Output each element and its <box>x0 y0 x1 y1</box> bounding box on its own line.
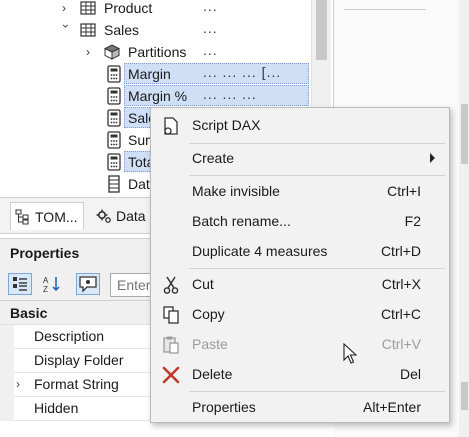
script-icon <box>164 117 178 135</box>
tree-item-label: Margin <box>128 66 171 82</box>
chevron-right-icon[interactable]: › <box>16 373 20 396</box>
property-name: Hidden <box>34 400 79 416</box>
sort-az-icon: A Z <box>43 276 60 294</box>
menu-item-make-invisible[interactable]: Make invisible Ctrl+I <box>153 177 447 205</box>
menu-item-duplicate[interactable]: Duplicate 4 measures Ctrl+D <box>153 237 447 265</box>
menu-separator <box>189 268 445 269</box>
tree-item-label: Partitions <box>128 44 187 60</box>
menu-label: Batch rename... <box>192 213 291 229</box>
menu-label: Copy <box>192 306 225 322</box>
calculator-icon <box>107 65 121 83</box>
categorized-icon <box>13 277 27 291</box>
menu-shortcut: Ctrl+X <box>381 276 421 292</box>
menu-label: Script DAX <box>192 117 261 133</box>
menu-shortcut: Ctrl+I <box>387 183 421 199</box>
menu-item-script-dax[interactable]: Script DAX <box>153 111 447 139</box>
tree-item-value: ... <box>203 42 218 58</box>
tree-item-value: ... ... ... [... <box>203 64 282 80</box>
speech-bubble-icon <box>79 276 97 293</box>
menu-label: Delete <box>192 366 233 382</box>
menu-shortcut: Ctrl+V <box>381 336 421 352</box>
scrollbar-thumb[interactable] <box>461 104 468 164</box>
property-name: Format String <box>34 376 119 392</box>
description-toggle-button[interactable] <box>76 273 100 295</box>
row-gutter <box>0 325 14 349</box>
menu-label: Duplicate 4 measures <box>192 243 328 259</box>
right-scrollbar[interactable] <box>459 0 469 437</box>
row-gutter <box>0 373 14 397</box>
svg-text:Z: Z <box>43 285 48 294</box>
chevron-down-icon[interactable]: › <box>58 24 74 36</box>
calculator-icon <box>107 153 121 171</box>
table-icon <box>80 1 96 15</box>
chevron-right-icon[interactable]: › <box>86 44 98 60</box>
categorized-button[interactable] <box>8 273 32 295</box>
divider <box>344 9 426 10</box>
tree-item-product[interactable]: › Product ... <box>0 0 330 19</box>
tree-item-margin-pct[interactable]: Margin % ... ... ... <box>0 85 330 107</box>
tree-item-value: ... <box>203 20 218 36</box>
svg-text:A: A <box>43 276 49 285</box>
menu-item-delete[interactable]: Delete Del <box>153 360 447 388</box>
tab-label: Data <box>116 208 146 224</box>
tree-item-margin[interactable]: Margin ... ... ... [... <box>0 63 330 85</box>
tab-tom-explorer[interactable]: TOM... <box>10 202 84 230</box>
property-name: Display Folder <box>34 352 124 368</box>
gear-icon <box>96 209 111 223</box>
menu-shortcut: Ctrl+C <box>380 306 421 322</box>
row-gutter <box>0 397 14 421</box>
tree-item-partitions[interactable]: › Partitions ... <box>0 41 330 63</box>
menu-label: Create <box>192 150 235 166</box>
menu-shortcut: Alt+Enter <box>363 399 421 415</box>
menu-item-paste[interactable]: Paste Ctrl+V <box>153 330 447 358</box>
menu-shortcut: Ctrl+D <box>380 243 421 259</box>
menu-item-properties[interactable]: Properties Alt+Enter <box>153 393 447 421</box>
submenu-arrow-icon <box>430 153 435 163</box>
paste-icon <box>163 336 179 354</box>
tree-item-label: Dat <box>128 176 150 192</box>
mouse-cursor-icon <box>343 343 357 364</box>
tree-item-label: Product <box>104 0 153 16</box>
menu-item-cut[interactable]: Cut Ctrl+X <box>153 270 447 298</box>
delete-x-icon <box>162 366 180 384</box>
tree-item-value: ... ... ... <box>203 86 257 102</box>
calculator-icon <box>107 109 121 127</box>
menu-shortcut: F2 <box>404 213 421 229</box>
row-gutter <box>0 349 14 373</box>
calculator-icon <box>107 87 121 105</box>
tree-item-sales[interactable]: › Sales ... <box>0 19 330 41</box>
menu-label: Make invisible <box>192 183 280 199</box>
alphabetical-sort-button[interactable]: A Z <box>40 273 64 295</box>
copy-icon <box>163 306 179 324</box>
menu-separator <box>189 175 445 176</box>
menu-item-create[interactable]: Create <box>153 144 447 172</box>
menu-label: Properties <box>192 399 256 415</box>
chevron-right-icon[interactable]: › <box>62 0 74 16</box>
tree-item-label: Margin % <box>128 88 188 104</box>
menu-label: Cut <box>192 276 214 292</box>
calculator-icon <box>107 131 121 149</box>
menu-label: Paste <box>192 336 228 352</box>
column-icon <box>108 175 120 193</box>
tree-item-value: ... <box>203 0 218 14</box>
menu-separator <box>189 391 445 392</box>
scissors-icon <box>163 276 179 294</box>
tree-view-icon <box>15 209 29 225</box>
menu-item-copy[interactable]: Copy Ctrl+C <box>153 300 447 328</box>
partitions-cube-icon <box>104 44 120 60</box>
table-icon <box>80 23 96 37</box>
scrollbar-thumb[interactable] <box>316 0 327 60</box>
menu-item-batch-rename[interactable]: Batch rename... F2 <box>153 207 447 235</box>
context-menu: Script DAX Create Make invisible Ctrl+I … <box>150 107 450 423</box>
tab-label: TOM... <box>35 209 78 225</box>
scrollbar-thumb-lower[interactable] <box>461 382 468 410</box>
tree-item-label: Sales <box>104 22 140 38</box>
menu-shortcut: Del <box>399 366 421 382</box>
property-name: Description <box>34 328 105 344</box>
